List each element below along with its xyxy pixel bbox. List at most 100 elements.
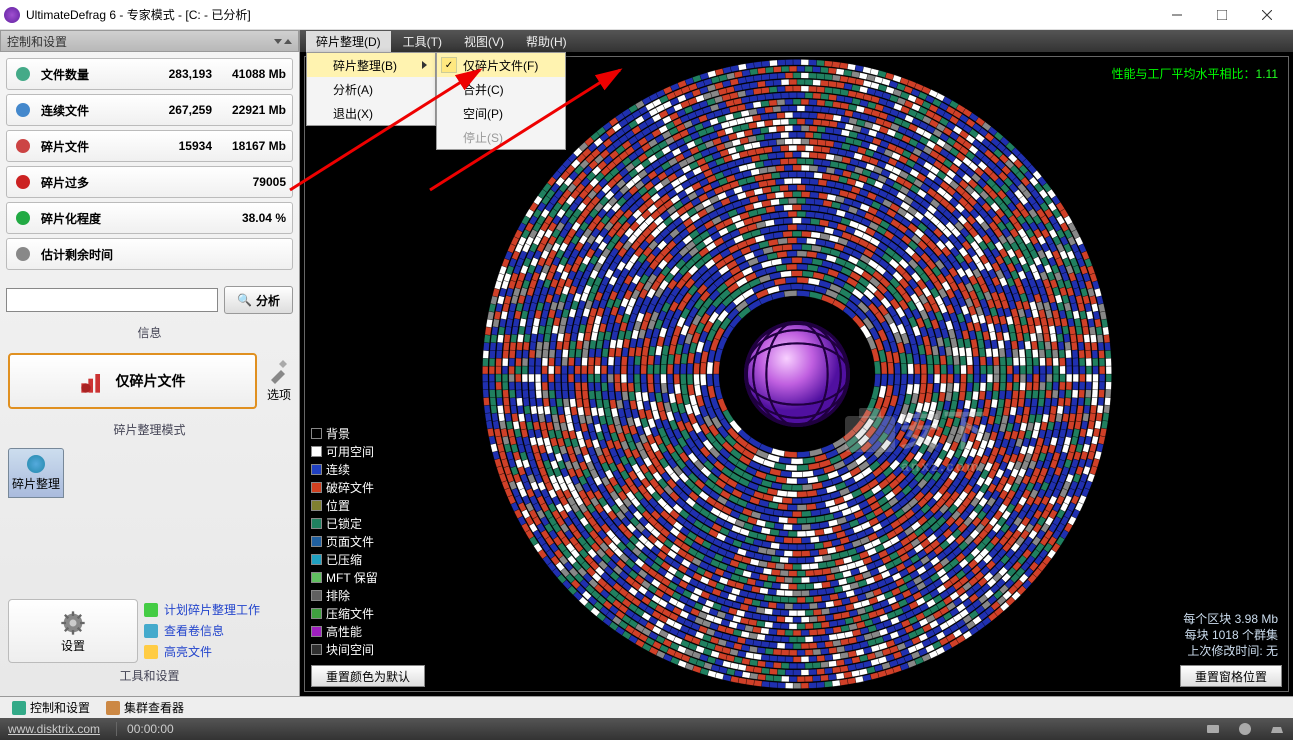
stat-value2: 79005	[216, 175, 286, 189]
stat-row[interactable]: 碎片过多 79005	[6, 166, 293, 198]
legend-row: 排除	[311, 587, 378, 604]
dropdown-menu: 碎片整理(B)分析(A)退出(X)	[306, 52, 436, 126]
stat-value2: 38.04 %	[216, 211, 286, 225]
tools-icon	[267, 360, 291, 384]
panel-header-label: 控制和设置	[7, 33, 67, 50]
stat-row[interactable]: 碎片化程度 38.04 %	[6, 202, 293, 234]
settings-button[interactable]: 设置	[8, 599, 138, 663]
left-panel: 控制和设置 文件数量 283,193 41088 Mb 连续文件 267,259…	[0, 30, 300, 696]
status-icon	[1237, 721, 1253, 737]
settings-link[interactable]: 查看卷信息	[144, 622, 291, 639]
legend-row: MFT 保留	[311, 569, 378, 586]
legend-color-box	[311, 536, 322, 547]
info-section-label: 信息	[0, 320, 299, 345]
stat-icon	[13, 208, 33, 228]
dropdown-item[interactable]: 退出(X)	[307, 101, 435, 125]
stat-icon	[13, 100, 33, 120]
menubar: 碎片整理(D)工具(T)视图(V)帮助(H)	[300, 30, 1293, 52]
link-icon	[144, 603, 158, 617]
menu-item[interactable]: 碎片整理(D)	[306, 31, 391, 52]
mode-box[interactable]: 仅碎片文件	[8, 353, 257, 409]
stat-row[interactable]: 文件数量 283,193 41088 Mb	[6, 58, 293, 90]
info-icon	[27, 455, 45, 473]
disk-visualization	[477, 54, 1117, 694]
legend-color-box	[311, 518, 322, 529]
legend-color-box	[311, 644, 322, 655]
defrag-tab-button[interactable]: 碎片整理	[8, 448, 64, 498]
link-icon	[144, 624, 158, 638]
right-area: 碎片整理(D)工具(T)视图(V)帮助(H) 碎片整理(B)分析(A)退出(X)…	[300, 30, 1293, 696]
stat-row[interactable]: 估计剩余时间	[6, 238, 293, 270]
legend-color-box	[311, 446, 322, 457]
submenu-item[interactable]: 合并(C)	[437, 77, 565, 101]
stat-label: 估计剩余时间	[41, 246, 142, 263]
stat-label: 文件数量	[41, 66, 142, 83]
stat-row[interactable]: 碎片文件 15934 18167 Mb	[6, 130, 293, 162]
maximize-button[interactable]	[1199, 1, 1244, 29]
stat-value2: 22921 Mb	[216, 103, 286, 117]
settings-label: 设置	[61, 637, 85, 654]
stat-icon	[13, 136, 33, 156]
legend-row: 可用空间	[311, 443, 378, 460]
bottom-tab[interactable]: 集群查看器	[98, 697, 192, 718]
legend-color-box	[311, 626, 322, 637]
dropdown-item[interactable]: 碎片整理(B)	[307, 53, 435, 77]
titlebar: UltimateDefrag 6 - 专家模式 - [C: - 已分析]	[0, 0, 1293, 30]
app-icon	[4, 7, 20, 23]
mode-section-label: 碎片整理模式	[0, 417, 299, 442]
legend-row: 背景	[311, 425, 378, 442]
stat-label: 碎片化程度	[41, 210, 142, 227]
legend-color-box	[311, 500, 322, 511]
submenu-item[interactable]: 空间(P)	[437, 101, 565, 125]
status-icon	[1269, 721, 1285, 737]
legend: 背景可用空间连续破碎文件位置已锁定页面文件已压缩MFT 保留排除压缩文件高性能块…	[311, 425, 378, 659]
status-url[interactable]: www.disktrix.com	[8, 722, 100, 736]
statusbar: www.disktrix.com 00:00:00	[0, 718, 1293, 740]
settings-link[interactable]: 高亮文件	[144, 643, 291, 660]
performance-ratio: 性能与工厂平均水平相比：1.11	[1112, 65, 1278, 82]
bottom-tab[interactable]: 控制和设置	[4, 697, 98, 718]
panel-header[interactable]: 控制和设置	[0, 30, 299, 52]
stat-icon	[13, 244, 33, 264]
close-button[interactable]	[1244, 1, 1289, 29]
stat-row[interactable]: 连续文件 267,259 22921 Mb	[6, 94, 293, 126]
analyze-button[interactable]: 🔍 分析	[224, 286, 293, 314]
settings-link[interactable]: 计划碎片整理工作	[144, 601, 291, 618]
status-time: 00:00:00	[116, 722, 174, 736]
check-icon: ✓	[441, 57, 457, 73]
menu-item[interactable]: 视图(V)	[454, 31, 514, 52]
legend-row: 页面文件	[311, 533, 378, 550]
reset-colors-button[interactable]: 重置颜色为默认	[311, 665, 425, 687]
submenu-item[interactable]: ✓仅碎片文件(F)	[437, 53, 565, 77]
menu-item[interactable]: 帮助(H)	[516, 31, 577, 52]
collapse-icon[interactable]	[274, 39, 292, 44]
submenu-arrow-icon	[422, 61, 427, 69]
stat-label: 连续文件	[41, 102, 142, 119]
tab-icon	[106, 701, 120, 715]
legend-row: 块间空间	[311, 641, 378, 658]
search-input[interactable]	[6, 288, 218, 312]
legend-row: 已压缩	[311, 551, 378, 568]
analyze-label: 分析	[256, 292, 280, 309]
status-icon	[1205, 721, 1221, 737]
tools-section-label: 工具和设置	[8, 663, 291, 688]
submenu: ✓仅碎片文件(F)合并(C)空间(P)停止(S)	[436, 52, 566, 150]
bottom-tabs: 控制和设置集群查看器	[0, 696, 1293, 718]
menu-item[interactable]: 工具(T)	[393, 31, 452, 52]
minimize-button[interactable]	[1154, 1, 1199, 29]
legend-row: 已锁定	[311, 515, 378, 532]
dropdown-item[interactable]: 分析(A)	[307, 77, 435, 101]
legend-color-box	[311, 554, 322, 565]
legend-color-box	[311, 572, 322, 583]
stat-value1: 15934	[142, 139, 212, 153]
legend-color-box	[311, 428, 322, 439]
tab-icon	[12, 701, 26, 715]
window-title: UltimateDefrag 6 - 专家模式 - [C: - 已分析]	[26, 6, 1154, 23]
options-button[interactable]: 选项	[267, 360, 291, 403]
reset-pane-button[interactable]: 重置窗格位置	[1180, 665, 1282, 687]
legend-row: 位置	[311, 497, 378, 514]
stat-value2: 41088 Mb	[216, 67, 286, 81]
disk-canvas[interactable]: 性能与工厂平均水平相比：1.11 安下anxz.com 背景可用空间连续破碎文件…	[304, 56, 1289, 692]
stat-icon	[13, 172, 33, 192]
mode-text: 仅碎片文件	[115, 371, 185, 391]
